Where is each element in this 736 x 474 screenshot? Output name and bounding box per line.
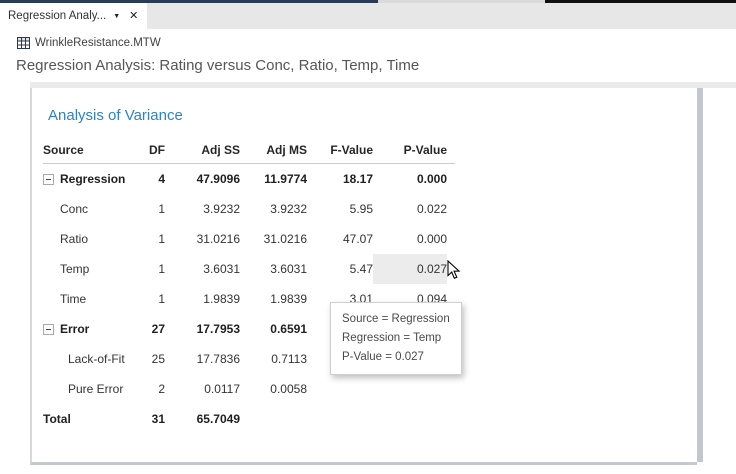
cell-adj-ss: 3.9232 <box>165 194 240 224</box>
table-row-regression: Regression 4 47.9096 11.9774 18.17 0.000 <box>43 164 455 194</box>
cell-source: Error <box>60 322 89 336</box>
cell-adj-ms: 3.9232 <box>240 194 307 224</box>
hover-tooltip: Source = Regression Regression = Temp P-… <box>330 302 462 375</box>
cell-p-value-hovered[interactable]: 0.027 <box>373 254 447 284</box>
column-header-adj-ms: Adj MS <box>240 136 307 163</box>
table-header-row: Source DF Adj SS Adj MS F-Value P-Value <box>43 136 455 164</box>
table-row-conc: Conc 1 3.9232 3.9232 5.95 0.022 <box>43 194 455 224</box>
table-row-ratio: Ratio 1 31.0216 31.0216 47.07 0.000 <box>43 224 455 254</box>
column-header-f-value: F-Value <box>307 136 373 163</box>
vertical-scrollbar[interactable] <box>697 88 703 462</box>
cell-adj-ss: 17.7836 <box>165 344 240 374</box>
cell-source: Regression <box>60 172 125 186</box>
tooltip-line-p-value: P-Value = 0.027 <box>342 348 450 367</box>
cell-p-value: 0.000 <box>373 224 447 254</box>
tab-label: Regression Analy... <box>8 10 106 22</box>
cell-p-value <box>373 374 447 404</box>
mouse-cursor-icon <box>447 260 461 285</box>
cell-adj-ms: 3.6031 <box>240 254 307 284</box>
tooltip-line-source: Source = Regression <box>342 310 450 329</box>
cell-source: Ratio <box>60 232 88 246</box>
cell-f-value <box>307 374 373 404</box>
cell-source: Time <box>60 292 86 306</box>
worksheet-grid-icon <box>17 37 30 49</box>
column-header-p-value: P-Value <box>373 136 447 163</box>
tab-bar: Regression Analy... ▼ ✕ <box>0 3 736 29</box>
cell-f-value: 18.17 <box>307 164 373 194</box>
cell-adj-ms: 0.6591 <box>240 314 307 344</box>
anova-table: Source DF Adj SS Adj MS F-Value P-Value … <box>43 136 455 434</box>
cell-df: 1 <box>125 224 165 254</box>
cell-df: 31 <box>125 404 165 434</box>
table-row-temp: Temp 1 3.6031 3.6031 5.47 0.027 <box>43 254 455 284</box>
cell-adj-ss: 3.6031 <box>165 254 240 284</box>
cell-df: 1 <box>125 284 165 314</box>
cell-df: 25 <box>125 344 165 374</box>
cell-source: Total <box>43 412 71 426</box>
cell-df: 1 <box>125 254 165 284</box>
cell-adj-ss: 0.0117 <box>165 374 240 404</box>
column-header-df: DF <box>125 136 165 163</box>
worksheet-name: WrinkleResistance.MTW <box>35 37 161 49</box>
cell-p-value: 0.000 <box>373 164 447 194</box>
cell-df: 1 <box>125 194 165 224</box>
cell-source: Conc <box>60 202 88 216</box>
cell-source: Lack-of-Fit <box>68 352 125 366</box>
cell-df: 4 <box>125 164 165 194</box>
table-row-total: Total 31 65.7049 <box>43 404 455 434</box>
cell-f-value: 5.47 <box>307 254 373 284</box>
column-header-source: Source <box>43 143 125 157</box>
cell-f-value <box>307 404 373 434</box>
cell-adj-ms: 0.0058 <box>240 374 307 404</box>
page-title: Regression Analysis: Rating versus Conc,… <box>16 57 419 74</box>
collapse-minus-icon[interactable] <box>43 324 54 335</box>
cell-source: Temp <box>60 262 89 276</box>
column-header-adj-ss: Adj SS <box>165 136 240 163</box>
section-heading: Analysis of Variance <box>48 107 183 124</box>
tab-regression-analysis[interactable]: Regression Analy... ▼ ✕ <box>0 3 147 29</box>
cell-adj-ms: 31.0216 <box>240 224 307 254</box>
cell-adj-ss: 31.0216 <box>165 224 240 254</box>
cell-adj-ss: 17.7953 <box>165 314 240 344</box>
cell-df: 2 <box>125 374 165 404</box>
cell-adj-ss: 65.7049 <box>165 404 240 434</box>
cell-adj-ms: 11.9774 <box>240 164 307 194</box>
close-icon[interactable]: ✕ <box>129 11 138 22</box>
worksheet-reference[interactable]: WrinkleResistance.MTW <box>17 37 161 49</box>
cell-source: Pure Error <box>68 382 123 396</box>
cell-p-value <box>373 404 447 434</box>
collapse-minus-icon[interactable] <box>43 174 54 185</box>
cell-adj-ss: 1.9839 <box>165 284 240 314</box>
table-row-pure-error: Pure Error 2 0.0117 0.0058 <box>43 374 455 404</box>
cell-adj-ss: 47.9096 <box>165 164 240 194</box>
cell-adj-ms <box>240 404 307 434</box>
cell-adj-ms: 0.7113 <box>240 344 307 374</box>
tooltip-line-regression: Regression = Temp <box>342 329 450 348</box>
cell-f-value: 47.07 <box>307 224 373 254</box>
cell-f-value: 5.95 <box>307 194 373 224</box>
cell-p-value: 0.022 <box>373 194 447 224</box>
cell-df: 27 <box>125 314 165 344</box>
cell-adj-ms: 1.9839 <box>240 284 307 314</box>
caret-down-icon[interactable]: ▼ <box>113 13 120 20</box>
